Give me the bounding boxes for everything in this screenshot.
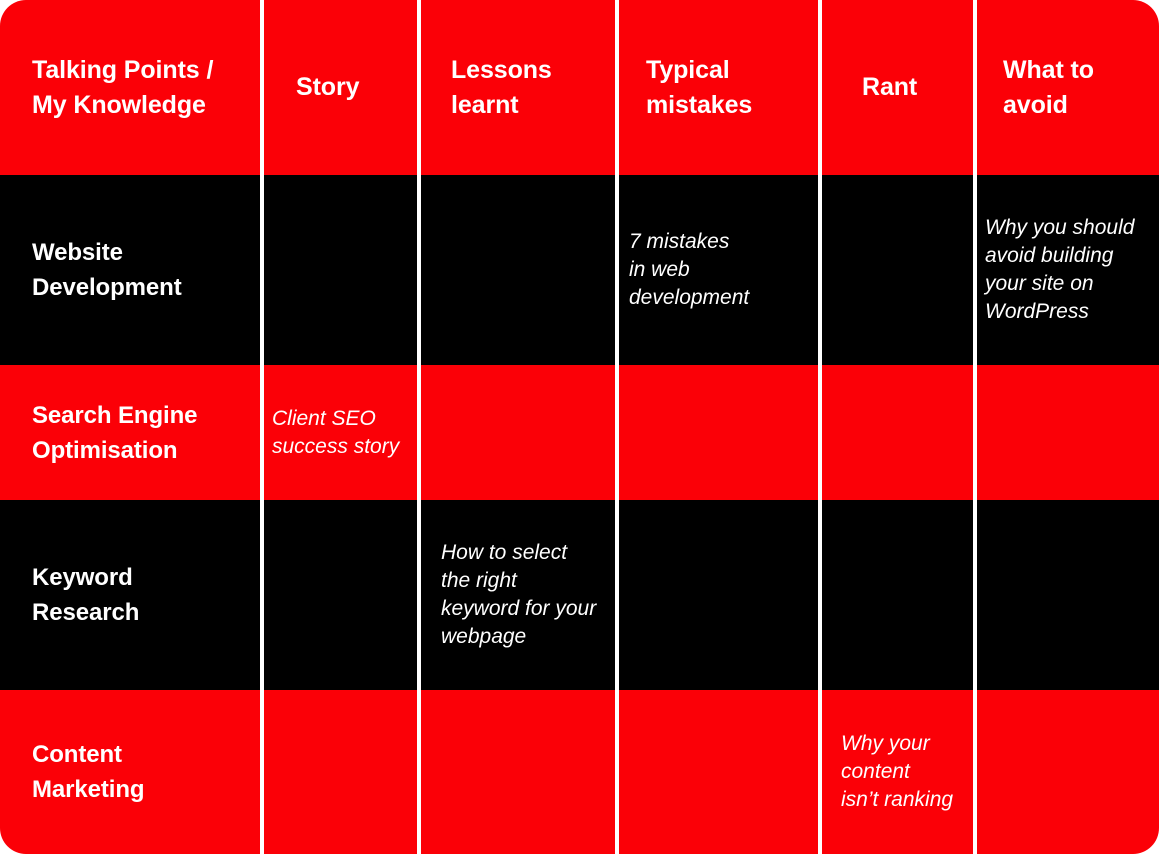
table-row: Content Marketing Why your content isn’t… [0, 690, 1159, 854]
cell-keyword-research-lessons[interactable]: How to select the right keyword for your… [417, 500, 615, 690]
cell-content-marketing-story[interactable] [260, 690, 417, 854]
cell-seo-rant[interactable] [818, 365, 973, 500]
row-label: Website Development [32, 239, 182, 301]
column-header-label: Rant [862, 73, 918, 101]
column-header-lessons-learnt: Lessons learnt [417, 0, 615, 175]
row-header-keyword-research: Keyword Research [0, 500, 260, 690]
table-row: Search Engine Optimisation Client SEO su… [0, 365, 1159, 500]
cell-keyword-research-rant[interactable] [818, 500, 973, 690]
table-row: Website Development 7 mistakes in web de… [0, 175, 1159, 365]
column-header-label: What to avoid [1003, 55, 1094, 119]
row-header-search-engine-optimisation: Search Engine Optimisation [0, 365, 260, 500]
row-label: Content Marketing [32, 741, 145, 803]
cell-content-marketing-mistakes[interactable] [615, 690, 818, 854]
cell-website-development-lessons[interactable] [417, 175, 615, 365]
column-header-label: Story [296, 73, 360, 101]
cell-seo-avoid[interactable] [973, 365, 1159, 500]
cell-keyword-research-mistakes[interactable] [615, 500, 818, 690]
column-header-label: Talking Points / My Knowledge [32, 55, 214, 119]
cell-content-marketing-avoid[interactable] [973, 690, 1159, 854]
cell-seo-lessons[interactable] [417, 365, 615, 500]
column-header-label: Lessons learnt [451, 55, 552, 119]
cell-keyword-research-story[interactable] [260, 500, 417, 690]
cell-website-development-rant[interactable] [818, 175, 973, 365]
row-label: Search Engine Optimisation [32, 401, 198, 464]
cell-website-development-story[interactable] [260, 175, 417, 365]
column-header-story: Story [260, 0, 417, 175]
cell-text: Why your content isn’t ranking [841, 732, 954, 811]
column-header-rant: Rant [818, 0, 973, 175]
cell-text: How to select the right keyword for your… [441, 541, 597, 648]
cell-content-marketing-lessons[interactable] [417, 690, 615, 854]
cell-text: Client SEO success story [272, 406, 400, 458]
row-header-website-development: Website Development [0, 175, 260, 365]
cell-website-development-mistakes[interactable]: 7 mistakes in web development [615, 175, 818, 365]
content-matrix-table: Talking Points / My Knowledge Story Less… [0, 0, 1159, 854]
cell-text: 7 mistakes in web development [629, 230, 750, 309]
column-header-what-to-avoid: What to avoid [973, 0, 1159, 175]
row-label: Keyword Research [32, 564, 140, 626]
column-header-label: Typical mistakes [646, 55, 753, 119]
cell-text: Why you should avoid building your site … [985, 216, 1135, 323]
column-header-topic: Talking Points / My Knowledge [0, 0, 260, 175]
cell-website-development-avoid[interactable]: Why you should avoid building your site … [973, 175, 1159, 365]
row-header-content-marketing: Content Marketing [0, 690, 260, 854]
cell-seo-story[interactable]: Client SEO success story [260, 365, 417, 500]
cell-keyword-research-avoid[interactable] [973, 500, 1159, 690]
column-header-typical-mistakes: Typical mistakes [615, 0, 818, 175]
table-row: Keyword Research How to select the right… [0, 500, 1159, 690]
cell-seo-mistakes[interactable] [615, 365, 818, 500]
cell-content-marketing-rant[interactable]: Why your content isn’t ranking [818, 690, 973, 854]
table-header-row: Talking Points / My Knowledge Story Less… [0, 0, 1159, 175]
